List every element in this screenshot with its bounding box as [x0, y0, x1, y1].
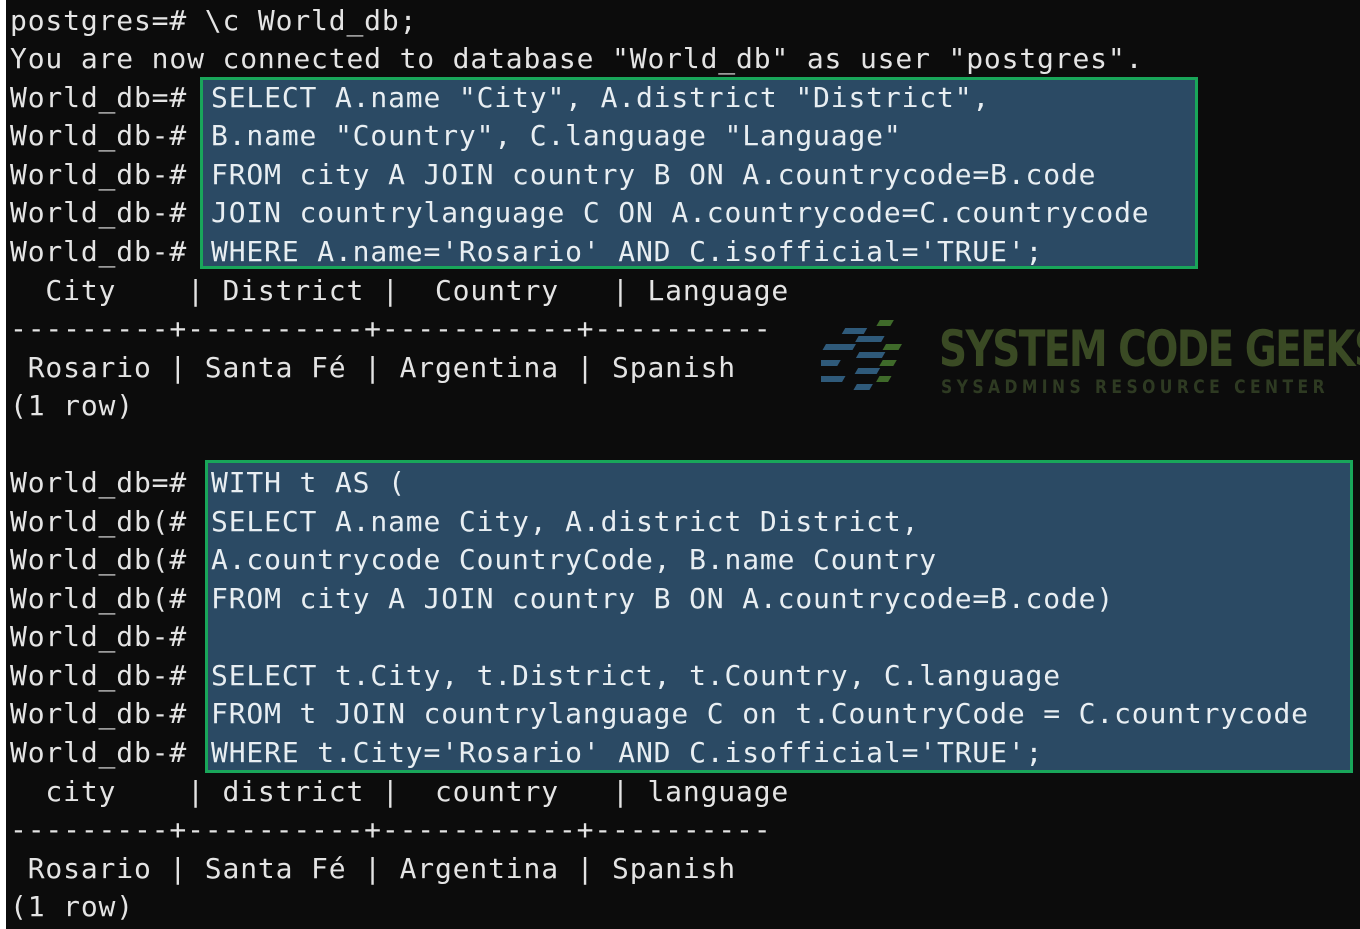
query2-sql-1[interactable]: WITH t AS (: [211, 464, 406, 502]
connect-message: You are now connected to database "World…: [10, 42, 1144, 75]
query1-sql-1[interactable]: SELECT A.name "City", A.district "Distri…: [211, 79, 990, 117]
query2-sql-7[interactable]: FROM t JOIN countrylanguage C on t.Count…: [211, 695, 1309, 733]
query1-result-footer: (1 row): [10, 389, 134, 422]
query2-prompt-3: World_db(#: [10, 543, 205, 576]
query2-prompt-4: World_db(#: [10, 582, 205, 615]
query1-prompt-1: World_db=#: [10, 81, 205, 114]
watermark-subtitle: SYSADMINS RESOURCE CENTER: [941, 376, 1330, 398]
query2-sql-4[interactable]: FROM city A JOIN country B ON A.countryc…: [211, 580, 1114, 618]
query2-prompt-1: World_db=#: [10, 466, 205, 499]
query1-prompt-2: World_db-#: [10, 119, 205, 152]
query2-prompt-8: World_db-#: [10, 736, 205, 769]
query1-sql-2[interactable]: B.name "Country", C.language "Language": [211, 117, 902, 155]
query1-sql-5[interactable]: WHERE A.name='Rosario' AND C.isofficial=…: [211, 233, 1043, 271]
query2-prompt-6: World_db-#: [10, 659, 205, 692]
query2-prompt-5: World_db-#: [10, 620, 205, 653]
query2-prompt-2: World_db(#: [10, 505, 205, 538]
query2-result-separator: ---------+----------+-----------+-------…: [10, 813, 772, 846]
query1-prompt-4: World_db-#: [10, 196, 205, 229]
query1-prompt-5: World_db-#: [10, 235, 205, 268]
prompt: postgres=#: [10, 4, 205, 37]
query2-result-row: Rosario | Santa Fé | Argentina | Spanish: [10, 852, 737, 885]
query1-sql-3[interactable]: FROM city A JOIN country B ON A.countryc…: [211, 156, 1096, 194]
watermark: SYSTEM CODE GEEKS SYSADMINS RESOURCE CEN…: [821, 318, 1360, 404]
query1-result-row: Rosario | Santa Fé | Argentina | Spanish: [10, 351, 737, 384]
query2-sql-6[interactable]: SELECT t.City, t.District, t.Country, C.…: [211, 657, 1061, 695]
watermark-title: SYSTEM CODE GEEKS: [939, 320, 1360, 378]
query2-sql-2[interactable]: SELECT A.name City, A.district District,: [211, 503, 919, 541]
query2-result-footer: (1 row): [10, 890, 134, 923]
query1-result-header: City | District | Country | Language: [10, 274, 790, 307]
command-text: \c World_db;: [204, 4, 418, 37]
query2-result-header: city | district | country | language: [10, 775, 790, 808]
query2-prompt-7: World_db-#: [10, 697, 205, 730]
terminal-window[interactable]: postgres=# \c World_db; You are now conn…: [6, 0, 1360, 929]
scg-logo-icon: [821, 320, 902, 390]
query1-result-separator: ---------+----------+-----------+-------…: [10, 312, 772, 345]
query2-sql-3[interactable]: A.countrycode CountryCode, B.name Countr…: [211, 541, 937, 579]
query1-sql-4[interactable]: JOIN countrylanguage C ON A.countrycode=…: [211, 194, 1150, 232]
connect-command-line: postgres=# \c World_db;: [10, 2, 417, 40]
query1-prompt-3: World_db-#: [10, 158, 205, 191]
query2-sql-8[interactable]: WHERE t.City='Rosario' AND C.isofficial=…: [211, 734, 1043, 772]
